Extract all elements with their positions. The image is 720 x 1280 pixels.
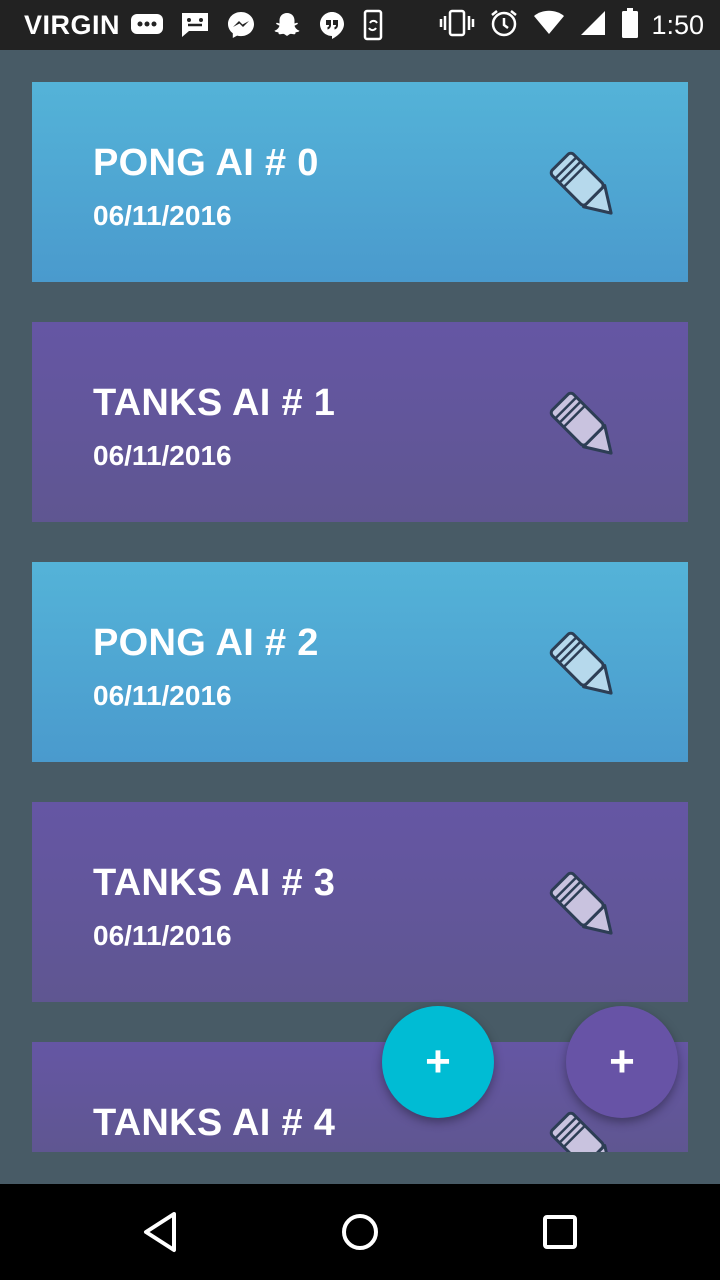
card-title: TANKS AI # 1 <box>93 382 336 424</box>
vibrate-icon <box>439 8 475 43</box>
wifi-icon <box>533 10 565 41</box>
navigation-bar <box>0 1184 720 1280</box>
pencil-icon[interactable] <box>532 854 628 950</box>
home-icon[interactable] <box>336 1208 384 1256</box>
recent-apps-icon[interactable] <box>536 1208 584 1256</box>
battery-icon <box>621 7 639 44</box>
messenger-icon <box>226 10 256 40</box>
messages-icon <box>130 12 164 38</box>
back-icon[interactable] <box>136 1208 184 1256</box>
pencil-icon[interactable] <box>532 134 628 230</box>
sms-icon <box>180 11 210 39</box>
card-date: 06/11/2016 <box>93 200 232 231</box>
add-tanks-ai-button[interactable]: + <box>566 1006 678 1118</box>
card-title: PONG AI # 0 <box>93 142 319 184</box>
ai-card[interactable]: PONG AI # 0 06/11/2016 <box>32 82 688 282</box>
card-date: 06/11/2016 <box>93 440 232 471</box>
status-bar: VIRGIN 1:50 <box>0 0 720 50</box>
card-title: PONG AI # 2 <box>93 622 319 664</box>
plus-icon: + <box>609 1037 635 1086</box>
plus-icon: + <box>425 1037 451 1086</box>
pencil-icon[interactable] <box>532 374 628 470</box>
add-pong-ai-button[interactable]: + <box>382 1006 494 1118</box>
card-title: TANKS AI # 4 <box>93 1102 336 1144</box>
carrier-name: VIRGIN <box>24 9 121 40</box>
clock: 1:50 <box>651 9 704 40</box>
pencil-icon[interactable] <box>532 614 628 710</box>
ai-card[interactable]: TANKS AI # 1 06/11/2016 <box>32 322 688 522</box>
ai-card[interactable]: TANKS AI # 3 06/11/2016 <box>32 802 688 1002</box>
signal-icon <box>579 9 607 42</box>
snapchat-icon <box>272 10 302 40</box>
card-date: 06/11/2016 <box>93 680 232 711</box>
hangouts-icon <box>318 10 346 40</box>
card-date: 06/11/2016 <box>93 920 232 951</box>
alarm-icon <box>489 8 519 43</box>
ai-card[interactable]: PONG AI # 2 06/11/2016 <box>32 562 688 762</box>
phone-sync-icon <box>362 9 384 41</box>
card-title: TANKS AI # 3 <box>93 862 336 904</box>
